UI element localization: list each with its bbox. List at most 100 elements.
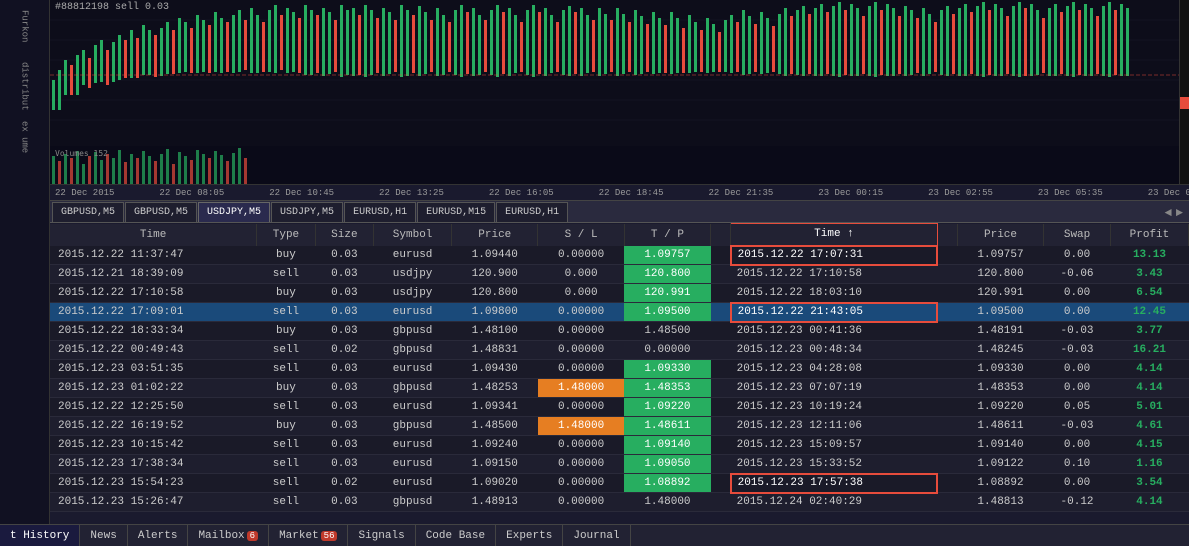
cell-size: 0.03 <box>315 360 373 379</box>
cell-size: 0.03 <box>315 246 373 265</box>
tab-gbpusd-m5-1[interactable]: GBPUSD,M5 <box>52 202 124 222</box>
col-header-symbol[interactable]: Symbol <box>374 224 452 246</box>
table-row[interactable]: 2015.12.23 15:54:23 sell 0.02 eurusd 1.0… <box>50 474 1189 493</box>
bottom-tab-codebase[interactable]: Code Base <box>416 525 496 546</box>
price-label-4: 120.830 <box>1180 75 1189 85</box>
cell-time1: 2015.12.23 01:02:22 <box>50 379 257 398</box>
table-row[interactable]: 2015.12.21 18:39:09 sell 0.03 usdjpy 120… <box>50 265 1189 284</box>
cell-size: 0.03 <box>315 455 373 474</box>
cell-swap: -0.06 <box>1044 265 1111 284</box>
time-tick-7: 23 Dec 00:15 <box>818 188 883 198</box>
cell-symbol: eurusd <box>374 246 452 265</box>
tab-usdjpy-m5-2[interactable]: USDJPY,M5 <box>271 202 343 222</box>
cell-profit: 4.15 <box>1110 436 1188 455</box>
bottom-tab-history[interactable]: t History <box>0 525 80 546</box>
col-header-price[interactable]: Price <box>452 224 538 246</box>
table-row[interactable]: 2015.12.23 15:26:47 sell 0.03 gbpusd 1.4… <box>50 493 1189 512</box>
time-tick-0: 22 Dec 2015 <box>55 188 114 198</box>
cell-swap: -0.12 <box>1044 493 1111 512</box>
col-header-time2[interactable]: Time ↑ <box>731 224 938 246</box>
cell-spacer2 <box>937 417 957 436</box>
table-row[interactable]: 2015.12.23 01:02:22 buy 0.03 gbpusd 1.48… <box>50 379 1189 398</box>
col-header-time1[interactable]: Time <box>50 224 257 246</box>
cell-spacer2 <box>937 284 957 303</box>
cell-spacer <box>711 303 731 322</box>
cell-symbol: gbpusd <box>374 493 452 512</box>
cell-spacer2 <box>937 474 957 493</box>
tab-gbpusd-m5-2[interactable]: GBPUSD,M5 <box>125 202 197 222</box>
table-row[interactable]: 2015.12.23 03:51:35 sell 0.03 eurusd 1.0… <box>50 360 1189 379</box>
table-row[interactable]: 2015.12.22 18:33:34 buy 0.03 gbpusd 1.48… <box>50 322 1189 341</box>
cell-tp: 1.08892 <box>624 474 710 493</box>
cell-time1: 2015.12.22 11:37:47 <box>50 246 257 265</box>
bottom-tab-market[interactable]: Market 56 <box>269 525 348 546</box>
cell-time2: 2015.12.23 12:11:06 <box>731 417 938 436</box>
cell-price: 1.48100 <box>452 322 538 341</box>
left-sidebar: Furkon distribut ex ume <box>0 0 50 524</box>
table-row[interactable]: 2015.12.22 00:49:43 sell 0.02 gbpusd 1.4… <box>50 341 1189 360</box>
cell-spacer <box>711 379 731 398</box>
tab-eurusd-m15[interactable]: EURUSD,M15 <box>417 202 495 222</box>
cell-spacer2 <box>937 246 957 265</box>
cell-time1: 2015.12.22 17:10:58 <box>50 284 257 303</box>
col-header-tp[interactable]: T / P <box>624 224 710 246</box>
cell-type: sell <box>257 493 315 512</box>
col-header-sl[interactable]: S / L <box>538 224 624 246</box>
cell-symbol: usdjpy <box>374 265 452 284</box>
col-header-size[interactable]: Size <box>315 224 373 246</box>
tab-eurusd-h1-2[interactable]: EURUSD,H1 <box>496 202 568 222</box>
table-row[interactable]: 2015.12.23 17:38:34 sell 0.03 eurusd 1.0… <box>50 455 1189 474</box>
bottom-tab-signals[interactable]: Signals <box>348 525 415 546</box>
cell-swap: 0.05 <box>1044 398 1111 417</box>
table-row[interactable]: 2015.12.22 11:37:47 buy 0.03 eurusd 1.09… <box>50 246 1189 265</box>
cell-sl: 1.48000 <box>538 417 624 436</box>
tab-usdjpy-m5-1[interactable]: USDJPY,M5 <box>198 202 270 222</box>
bottom-tab-journal[interactable]: Journal <box>563 525 630 546</box>
table-row[interactable]: 2015.12.22 12:25:50 sell 0.03 eurusd 1.0… <box>50 398 1189 417</box>
cell-time2: 2015.12.22 17:07:31 <box>731 246 938 265</box>
cell-swap: 0.00 <box>1044 436 1111 455</box>
table-row[interactable]: 2015.12.23 10:15:42 sell 0.03 eurusd 1.0… <box>50 436 1189 455</box>
col-header-swap[interactable]: Swap <box>1044 224 1111 246</box>
price-label-1: 121.080 <box>1180 8 1189 18</box>
cell-sl: 0.00000 <box>538 455 624 474</box>
table-row[interactable]: 2015.12.22 17:09:01 sell 0.03 eurusd 1.0… <box>50 303 1189 322</box>
cell-sl: 0.00000 <box>538 360 624 379</box>
table-row[interactable]: 2015.12.22 16:19:52 buy 0.03 gbpusd 1.48… <box>50 417 1189 436</box>
col-header-price2[interactable]: Price <box>957 224 1043 246</box>
bottom-tab-alerts[interactable]: Alerts <box>128 525 189 546</box>
cell-type: buy <box>257 246 315 265</box>
cell-profit: 12.45 <box>1110 303 1188 322</box>
tab-scroll-arrows[interactable]: ◄ ► <box>1163 204 1189 222</box>
cell-time2: 2015.12.22 18:03:10 <box>731 284 938 303</box>
cell-swap: 0.00 <box>1044 303 1111 322</box>
cell-symbol: eurusd <box>374 474 452 493</box>
col-header-profit[interactable]: Profit <box>1110 224 1188 246</box>
cell-price2: 1.48813 <box>957 493 1043 512</box>
cell-time1: 2015.12.23 17:38:34 <box>50 455 257 474</box>
col-header-type[interactable]: Type <box>257 224 315 246</box>
time-tick-6: 22 Dec 21:35 <box>708 188 773 198</box>
cell-spacer2 <box>937 322 957 341</box>
cell-sl: 0.00000 <box>538 474 624 493</box>
bottom-tab-mailbox[interactable]: Mailbox 6 <box>188 525 269 546</box>
cell-price: 1.09150 <box>452 455 538 474</box>
table-header-row: Time Type Size Symbol Price S / L T / P … <box>50 224 1189 246</box>
cell-price: 120.900 <box>452 265 538 284</box>
cell-price: 1.48913 <box>452 493 538 512</box>
tab-eurusd-h1-1[interactable]: EURUSD,H1 <box>344 202 416 222</box>
price-label-2: 120.955 <box>1180 30 1189 40</box>
cell-price2: 1.08892 <box>957 474 1043 493</box>
cell-price2: 120.800 <box>957 265 1043 284</box>
cell-size: 0.03 <box>315 379 373 398</box>
cell-size: 0.03 <box>315 436 373 455</box>
cell-size: 0.03 <box>315 303 373 322</box>
cell-spacer <box>711 455 731 474</box>
cell-type: sell <box>257 455 315 474</box>
bottom-tab-news[interactable]: News <box>80 525 127 546</box>
table-row[interactable]: 2015.12.22 17:10:58 buy 0.03 usdjpy 120.… <box>50 284 1189 303</box>
svg-text:Volumes 152: Volumes 152 <box>55 149 108 158</box>
bottom-tab-experts[interactable]: Experts <box>496 525 563 546</box>
cell-time1: 2015.12.22 12:25:50 <box>50 398 257 417</box>
sidebar-label-3: ex <box>20 121 30 132</box>
